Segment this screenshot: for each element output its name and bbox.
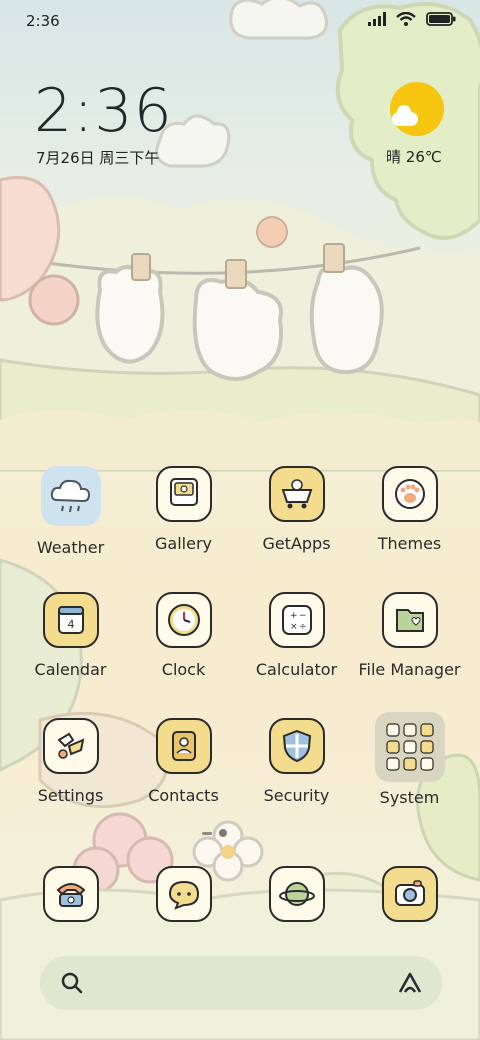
app-label: Contacts <box>148 786 219 805</box>
app-label: Calendar <box>34 660 107 679</box>
app-label: GetApps <box>262 534 331 553</box>
calculator-icon: + − × ÷ <box>268 592 325 648</box>
app-themes[interactable]: Themes <box>353 466 466 553</box>
app-label: Clock <box>161 660 206 679</box>
clock-icon <box>155 592 212 648</box>
weather-temperature: 26℃ <box>405 148 442 166</box>
paw-icon <box>381 466 438 522</box>
folder-icon <box>374 712 445 782</box>
weather-cloud-icon <box>40 466 101 526</box>
assistant-icon[interactable] <box>396 970 424 996</box>
svg-text:−: − <box>299 611 307 621</box>
wifi-icon <box>396 12 416 26</box>
app-calculator[interactable]: + − × ÷ Calculator <box>240 592 353 679</box>
page-indicator <box>202 829 227 837</box>
settings-icon <box>42 718 99 774</box>
search-icon[interactable] <box>60 971 84 995</box>
app-file-manager[interactable]: File Manager <box>353 592 466 679</box>
app-label: File Manager <box>358 660 461 679</box>
app-label: Security <box>263 786 330 805</box>
messages-icon <box>155 866 212 922</box>
app-label: System <box>379 788 440 807</box>
security-shield-icon <box>268 718 325 774</box>
app-label: Calculator <box>255 660 338 679</box>
dock-phone[interactable] <box>14 866 127 922</box>
page-dot-active[interactable] <box>219 829 227 837</box>
browser-planet-icon <box>268 866 325 922</box>
file-manager-icon <box>381 592 438 648</box>
battery-icon <box>426 12 456 26</box>
calendar-day-badge: 4 <box>67 618 74 631</box>
app-security[interactable]: Security <box>240 718 353 805</box>
app-contacts[interactable]: Contacts <box>127 718 240 805</box>
getapps-cart-icon <box>268 466 325 522</box>
phone-icon <box>42 866 99 922</box>
page-dot[interactable] <box>202 831 212 835</box>
app-settings[interactable]: Settings <box>14 718 127 805</box>
camera-icon <box>381 866 438 922</box>
app-getapps[interactable]: GetApps <box>240 466 353 553</box>
status-bar: 2:36 <box>0 0 480 42</box>
contacts-icon <box>155 718 212 774</box>
app-calendar[interactable]: 4 Calendar <box>14 592 127 679</box>
app-label: Themes <box>377 534 442 553</box>
app-gallery[interactable]: Gallery <box>127 466 240 553</box>
search-bar[interactable] <box>40 956 442 1010</box>
svg-text:×: × <box>290 622 298 632</box>
app-label: Settings <box>37 786 104 805</box>
app-clock[interactable]: Clock <box>127 592 240 679</box>
app-system-folder[interactable]: System <box>353 712 466 807</box>
app-weather[interactable]: Weather <box>14 466 127 557</box>
app-label: Weather <box>36 538 105 557</box>
calendar-icon: 4 <box>42 592 99 648</box>
app-label: Gallery <box>155 534 212 553</box>
dock-messages[interactable] <box>127 866 240 922</box>
home-screen: 2:36 2:36 7月26日 周三下午 晴 26℃ Weather Galle… <box>0 0 480 1040</box>
dock-browser[interactable] <box>240 866 353 922</box>
signal-icon <box>368 12 386 26</box>
status-time: 2:36 <box>26 12 60 30</box>
dock-camera[interactable] <box>353 866 466 922</box>
clock-widget-time[interactable]: 2:36 <box>34 76 173 146</box>
gallery-icon <box>155 466 212 522</box>
weather-condition: 晴 <box>386 148 402 166</box>
clock-widget-date[interactable]: 7月26日 周三下午 <box>36 147 159 168</box>
svg-text:÷: ÷ <box>299 622 307 632</box>
svg-text:+: + <box>290 611 298 621</box>
